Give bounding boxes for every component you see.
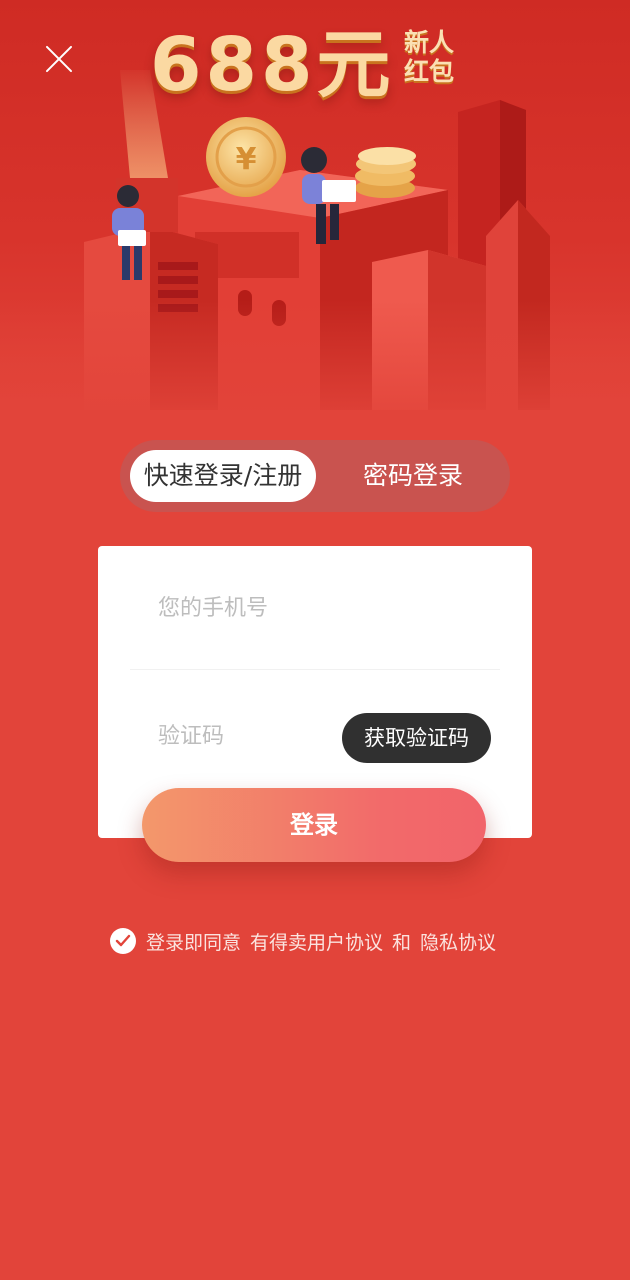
tab-quick-login[interactable]: 快速登录/注册 xyxy=(130,450,316,502)
promo-tag-line2: 红包 xyxy=(404,57,455,86)
check-icon xyxy=(115,934,131,947)
promo-amount: 688元 xyxy=(150,22,395,108)
login-mode-switch: 快速登录/注册 密码登录 xyxy=(120,440,510,512)
tab-password-login[interactable]: 密码登录 xyxy=(335,450,491,502)
svg-text:¥: ¥ xyxy=(236,142,257,177)
phone-input[interactable] xyxy=(158,586,478,630)
hero-banner: ¥ 688元 新人 红包 xyxy=(0,0,630,430)
agreement-and: 和 xyxy=(392,931,412,954)
form-divider xyxy=(130,669,500,670)
agreement-checkbox[interactable] xyxy=(110,928,136,954)
login-button[interactable]: 登录 xyxy=(142,788,486,862)
user-agreement-link[interactable]: 有得卖用户协议 xyxy=(250,928,383,955)
privacy-policy-link[interactable]: 隐私协议 xyxy=(420,928,496,955)
agreement-row: 登录即同意 有得卖用户协议 和 隐私协议 xyxy=(110,926,496,956)
verification-code-input[interactable] xyxy=(158,714,338,758)
get-code-button[interactable]: 获取验证码 xyxy=(342,713,491,763)
promo-tag-line1: 新人 xyxy=(404,28,455,57)
agreement-prefix: 登录即同意 xyxy=(146,931,242,954)
promo-tag: 新人 红包 xyxy=(404,28,464,86)
close-icon[interactable] xyxy=(40,40,78,78)
